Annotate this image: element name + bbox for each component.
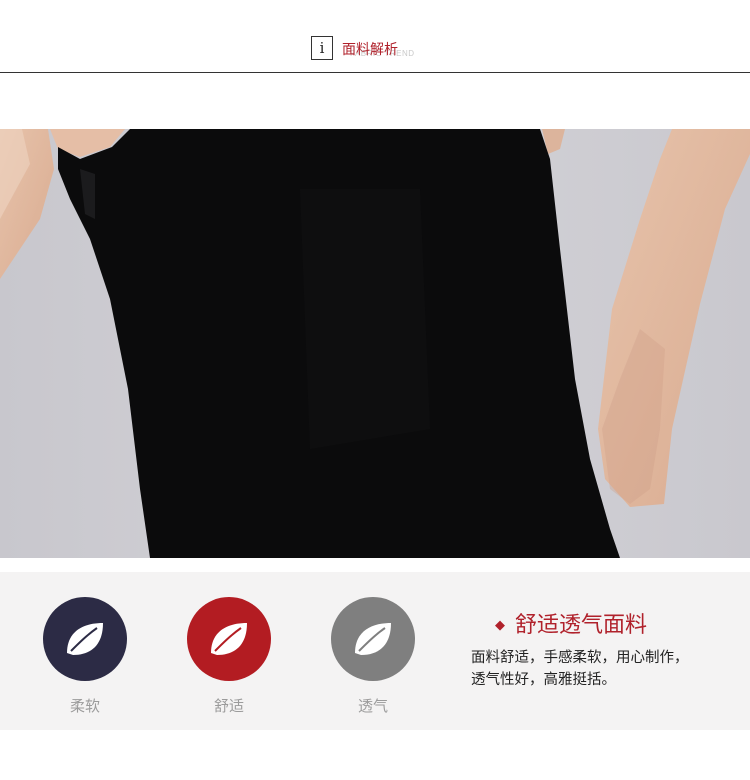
leaf-icon: [211, 623, 247, 655]
highlight-heading-text: 舒适透气面料: [515, 613, 648, 638]
feature-breathable: 透气: [331, 597, 415, 716]
feature-circle: [331, 597, 415, 681]
feature-circle: [43, 597, 127, 681]
section-header: i FABRIC TREND 面料解析: [0, 0, 750, 73]
feature-soft: 柔软: [43, 597, 127, 716]
highlight-heading: ◆ 舒适透气面料: [495, 607, 647, 639]
feature-circle: [187, 597, 271, 681]
feature-comfortable: 舒适: [187, 597, 271, 716]
leaf-icon: [355, 623, 391, 655]
feature-panel: 柔软 舒适 透气 ◆ 舒适透气面料 面料舒适，手感柔软，用心制作， 透气性好，高雅…: [0, 572, 750, 730]
description-line: 面料舒适，手感柔软，用心制作，: [471, 650, 689, 666]
description-line: 透气性好，高雅挺括。: [471, 672, 616, 688]
product-photo: [0, 129, 750, 558]
diamond-bullet-icon: ◆: [495, 618, 505, 633]
highlight-description: 面料舒适，手感柔软，用心制作， 透气性好，高雅挺括。: [471, 647, 741, 691]
feature-label: 舒适: [213, 697, 244, 715]
leaf-icon: [67, 623, 103, 655]
feature-label: 柔软: [69, 697, 100, 715]
section-title: 面料解析: [342, 42, 398, 58]
black-sleeveless-top-photo-icon: [0, 129, 750, 558]
info-icon: i: [311, 36, 333, 60]
header-divider: [0, 72, 750, 73]
feature-label: 透气: [357, 697, 388, 715]
